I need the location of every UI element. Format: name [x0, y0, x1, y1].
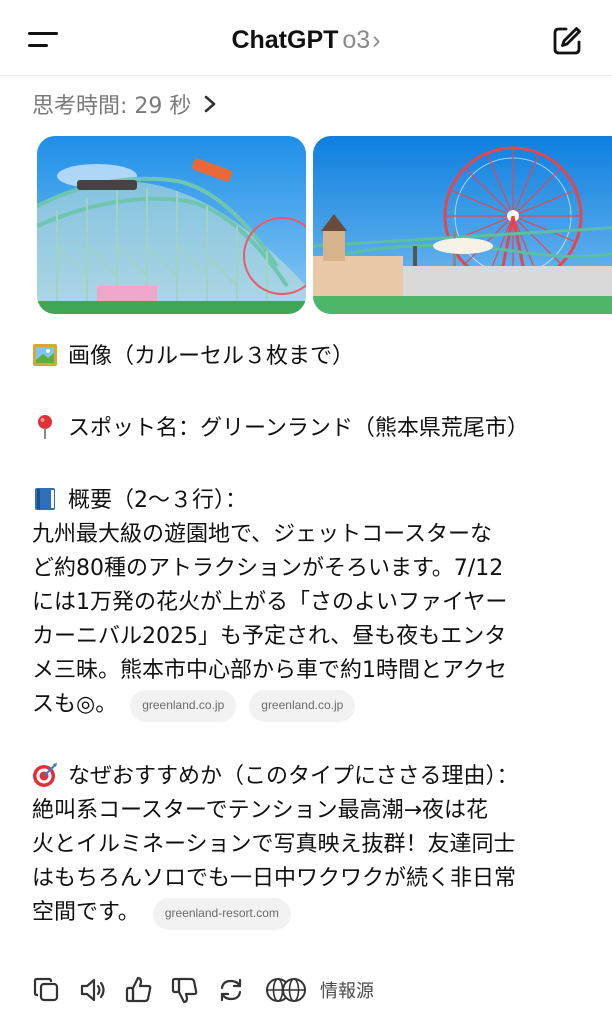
- image-carousel[interactable]: [37, 136, 612, 314]
- summary-line: メ三昧。熊本市中心部から車で約1時間とアクセ: [32, 658, 507, 683]
- summary-line: カーニバル2025」も予定され、昼も夜もエンタ: [32, 624, 507, 649]
- thinking-time-toggle[interactable]: 思考時間: 29 秒: [32, 88, 217, 120]
- source-chip[interactable]: greenland.co.jp: [130, 690, 237, 722]
- new-chat-icon[interactable]: [550, 24, 584, 58]
- direct-hit-icon: [33, 763, 57, 787]
- source-chip[interactable]: greenland-resort.com: [152, 898, 291, 930]
- spot-text: スポット名：グリーンランド（熊本県荒尾市）: [68, 416, 529, 441]
- source-chip[interactable]: greenland.co.jp: [249, 690, 356, 722]
- summary-heading-text: 概要（2〜３行）：: [68, 488, 247, 513]
- globe-icon: [266, 978, 306, 1002]
- summary-line: 九州最大級の遊園地で、ジェットコースターな: [32, 522, 493, 547]
- thinking-time-label: 思考時間: 29 秒: [32, 94, 192, 119]
- summary-heading: 概要（2〜３行）：: [32, 484, 588, 518]
- framed-picture-icon: [33, 344, 57, 366]
- copy-icon[interactable]: [32, 975, 62, 1005]
- images-text: 画像（カルーセル３枚まで）: [68, 344, 355, 369]
- summary-last-line: スも◎。 greenland.co.jp greenland.co.jp: [32, 688, 588, 722]
- why-line: 火とイルミネーションで写真映え抜群！友達同士: [32, 832, 516, 857]
- app-title: ChatGPT: [231, 26, 339, 54]
- why-last-line: 空間です。 greenland-resort.com: [32, 896, 588, 930]
- why-line: はもちろんソロでも一日中ワクワクが続く非日常: [32, 866, 517, 891]
- read-aloud-icon[interactable]: [78, 975, 108, 1005]
- chevron-right-icon: [205, 95, 216, 113]
- images-line: 画像（カルーセル３枚まで）: [32, 340, 588, 374]
- model-selector[interactable]: ChatGPT o3›: [0, 26, 612, 55]
- why-line: 絶叫系コースターでテンション最高潮→夜は花: [32, 798, 489, 823]
- model-name: o3: [342, 26, 371, 54]
- message-actions: 情報源: [32, 972, 374, 1008]
- roller-coaster-photo[interactable]: [37, 136, 306, 314]
- thumbs-up-icon[interactable]: [124, 975, 154, 1005]
- summary-line: スも◎。: [32, 692, 118, 717]
- chevron-right-icon: ›: [372, 26, 381, 54]
- why-heading-text: なぜおすすめか（このタイプにささる理由）：: [68, 764, 519, 789]
- blue-book-icon: [35, 488, 55, 510]
- top-bar: ChatGPT o3›: [0, 0, 612, 76]
- why-line: 空間です。: [32, 900, 140, 925]
- round-pushpin-icon: [38, 415, 52, 439]
- sources-button[interactable]: 情報源: [264, 975, 374, 1005]
- assistant-message: 画像（カルーセル３枚まで） スポット名：グリーンランド（熊本県荒尾市） 概要（2…: [32, 340, 588, 930]
- ferris-wheel-park-photo[interactable]: [313, 136, 612, 314]
- summary-line: ど約80種のアトラクションがそろいます。7/12: [32, 556, 504, 581]
- spot-line: スポット名：グリーンランド（熊本県荒尾市）: [32, 412, 588, 446]
- sources-label: 情報源: [320, 981, 374, 1002]
- why-heading: なぜおすすめか（このタイプにささる理由）：: [32, 760, 588, 794]
- regenerate-icon[interactable]: [216, 975, 246, 1005]
- summary-line: には1万発の花火が上がる「さのよいファイヤー: [32, 590, 508, 615]
- thumbs-down-icon[interactable]: [170, 975, 200, 1005]
